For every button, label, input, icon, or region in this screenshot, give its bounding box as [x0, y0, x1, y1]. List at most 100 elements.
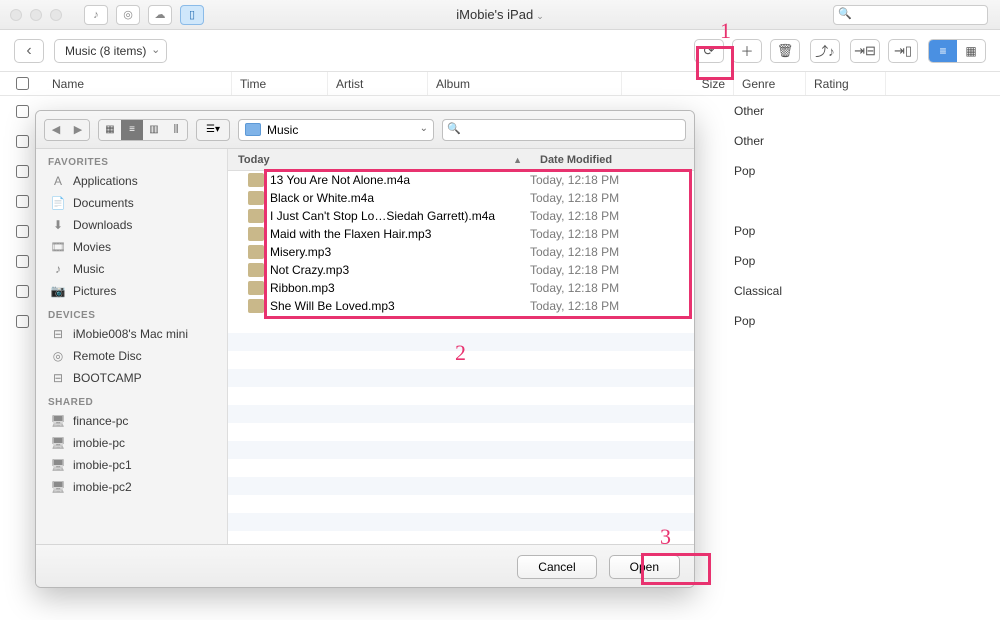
file-row[interactable]: 13 You Are Not Alone.m4aToday, 12:18 PM	[228, 171, 694, 189]
sidebar-item-icon: ◎	[50, 349, 66, 363]
file-col-date[interactable]: Date Modified	[530, 149, 694, 170]
row-checkbox[interactable]	[16, 225, 29, 238]
category-dropdown[interactable]: Music (8 items)	[54, 39, 167, 63]
col-album[interactable]: Album	[428, 72, 622, 95]
file-name: Maid with the Flaxen Hair.mp3	[270, 227, 530, 241]
file-row[interactable]: I Just Can't Stop Lo…Siedah Garrett).m4a…	[228, 207, 694, 225]
close-dot[interactable]	[10, 9, 22, 21]
list-view-button[interactable]: ≡	[929, 40, 957, 62]
dialog-search[interactable]	[442, 119, 686, 141]
window-title[interactable]: iMobie's iPad⌄	[456, 7, 543, 22]
file-date: Today, 12:18 PM	[530, 191, 619, 205]
open-button[interactable]: Open	[609, 555, 680, 579]
annotation-3: 3	[660, 524, 671, 550]
row-checkbox[interactable]	[16, 285, 29, 298]
file-col-name[interactable]: Today▲	[228, 149, 530, 170]
to-itunes-button[interactable]: ⤴♪	[810, 39, 840, 63]
grid-view-button[interactable]: ▦	[957, 40, 985, 62]
sidebar-item[interactable]: 🖥imobie-pc	[36, 432, 227, 454]
select-all-checkbox[interactable]	[16, 77, 29, 90]
row-checkbox[interactable]	[16, 315, 29, 328]
file-row[interactable]: Maid with the Flaxen Hair.mp3Today, 12:1…	[228, 225, 694, 243]
icon-view[interactable]: ▦	[99, 120, 121, 140]
file-icon	[248, 173, 264, 187]
empty-row	[228, 513, 694, 531]
file-date: Today, 12:18 PM	[530, 209, 619, 223]
sidebar-item[interactable]: 🖥imobie-pc1	[36, 454, 227, 476]
sidebar-item-label: Movies	[73, 240, 111, 254]
file-icon	[248, 263, 264, 277]
sidebar-item[interactable]: ◎ Remote Disc	[36, 345, 227, 367]
coverflow-view[interactable]: ⫼	[165, 120, 187, 140]
sidebar-item-icon: ⬇	[50, 218, 66, 232]
to-device-button[interactable]: ⇥▯	[888, 39, 918, 63]
nav-back[interactable]: ◀	[45, 120, 67, 140]
sidebar-item[interactable]: 🖥finance-pc	[36, 410, 227, 432]
row-checkbox[interactable]	[16, 165, 29, 178]
arrange-dropdown[interactable]: ☰▾	[196, 119, 230, 141]
file-date: Today, 12:18 PM	[530, 263, 619, 277]
back-button[interactable]: ‹	[14, 39, 44, 63]
file-date: Today, 12:18 PM	[530, 299, 619, 313]
nav-forward[interactable]: ▶	[67, 120, 89, 140]
col-name[interactable]: Name	[44, 72, 232, 95]
sidebar-item-icon: ⊟	[50, 371, 66, 385]
dialog-sidebar: FAVORITESAApplications📄Documents⬇Downloa…	[36, 149, 228, 544]
sidebar-item-icon: 🖥	[50, 414, 66, 428]
target-icon[interactable]: ◎	[116, 5, 140, 25]
file-icon	[248, 227, 264, 241]
file-icon	[248, 245, 264, 259]
row-checkbox[interactable]	[16, 135, 29, 148]
dialog-search-input[interactable]	[442, 119, 686, 141]
sidebar-item[interactable]: 🖥imobie-pc2	[36, 476, 227, 498]
file-row[interactable]: She Will Be Loved.mp3Today, 12:18 PM	[228, 297, 694, 315]
device-icon[interactable]: ▯	[180, 5, 204, 25]
file-row[interactable]: Not Crazy.mp3Today, 12:18 PM	[228, 261, 694, 279]
sidebar-item[interactable]: AApplications	[36, 170, 227, 192]
file-row[interactable]: Ribbon.mp3Today, 12:18 PM	[228, 279, 694, 297]
row-checkbox[interactable]	[16, 105, 29, 118]
delete-button[interactable]: 🗑	[770, 39, 800, 63]
sidebar-item[interactable]: ⊟iMobie008's Mac mini	[36, 323, 227, 345]
col-genre[interactable]: Genre	[734, 72, 806, 95]
sidebar-item-label: Downloads	[73, 218, 132, 232]
sidebar-item[interactable]: ⬇ Downloads	[36, 214, 227, 236]
location-dropdown[interactable]: Music	[238, 119, 434, 141]
row-genre: Pop	[734, 314, 755, 328]
col-size[interactable]: Size	[622, 72, 734, 95]
row-checkbox[interactable]	[16, 195, 29, 208]
col-rating[interactable]: Rating	[806, 72, 886, 95]
sidebar-item[interactable]: 📄Documents	[36, 192, 227, 214]
file-row[interactable]: Misery.mp3Today, 12:18 PM	[228, 243, 694, 261]
file-icon	[248, 209, 264, 223]
to-mac-button[interactable]: ⇥⊟	[850, 39, 880, 63]
sidebar-item-label: Remote Disc	[73, 349, 142, 363]
zoom-dot[interactable]	[50, 9, 62, 21]
file-date: Today, 12:18 PM	[530, 227, 619, 241]
dialog-view-segment: ▦ ≡ ▥ ⫼	[98, 119, 188, 141]
cloud-icon[interactable]: ☁	[148, 5, 172, 25]
sidebar-item-icon: 📄	[50, 196, 66, 210]
sidebar-item-label: BOOTCAMP	[73, 371, 142, 385]
sidebar-item[interactable]: 📷Pictures	[36, 280, 227, 302]
cancel-button[interactable]: Cancel	[517, 555, 596, 579]
music-icon[interactable]: ♪	[84, 5, 108, 25]
minimize-dot[interactable]	[30, 9, 42, 21]
titlebar-search[interactable]	[833, 5, 988, 25]
file-icon	[248, 191, 264, 205]
sidebar-item[interactable]: ♪Music	[36, 258, 227, 280]
add-button[interactable]: ＋	[732, 39, 762, 63]
list-view[interactable]: ≡	[121, 120, 143, 140]
empty-row	[228, 369, 694, 387]
file-icon	[248, 299, 264, 313]
search-input[interactable]	[833, 5, 988, 25]
col-artist[interactable]: Artist	[328, 72, 428, 95]
file-date: Today, 12:18 PM	[530, 173, 619, 187]
sidebar-item[interactable]: ⊟ BOOTCAMP	[36, 367, 227, 389]
sidebar-item[interactable]: 🎞Movies	[36, 236, 227, 258]
row-checkbox[interactable]	[16, 255, 29, 268]
col-time[interactable]: Time	[232, 72, 328, 95]
file-row[interactable]: Black or White.m4aToday, 12:18 PM	[228, 189, 694, 207]
window-controls	[10, 9, 62, 21]
column-view[interactable]: ▥	[143, 120, 165, 140]
